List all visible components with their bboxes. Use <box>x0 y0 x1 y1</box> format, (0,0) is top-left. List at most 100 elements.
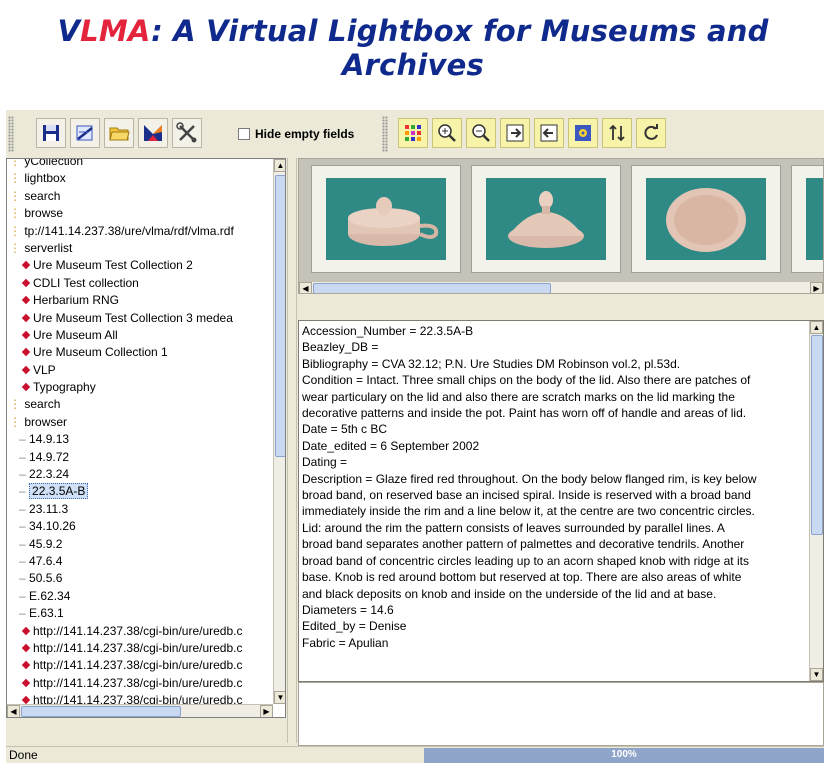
grid-view-button[interactable] <box>398 118 428 148</box>
thumbnail-horizontal-scrollbar[interactable]: ◀ ▶ <box>299 281 823 293</box>
collection-node-icon <box>21 626 31 635</box>
metadata-button[interactable] <box>138 118 168 148</box>
tree-leaf-icon: ⋮ <box>9 240 25 255</box>
metadata-line: immediately inside the rim and a line be… <box>302 504 755 519</box>
tree-node[interactable]: – 50.5.6 <box>7 570 273 587</box>
tree-node[interactable]: ⋮ tp://141.14.237.38/ure/vlma/rdf/vlma.r… <box>7 223 273 240</box>
tree-node-label: lightbox <box>24 171 66 186</box>
tree-node[interactable]: ⋮ browse <box>7 205 273 222</box>
tree-node[interactable]: Ure Museum Collection 1 <box>7 344 273 361</box>
metadata-line: Description = Glaze fired red throughout… <box>302 471 757 486</box>
details-scroll-up-arrow-icon[interactable]: ▲ <box>810 321 823 334</box>
metadata-icon <box>144 125 162 141</box>
tree-node[interactable]: – E.63.1 <box>7 605 273 622</box>
toolbar-grip-2[interactable] <box>382 116 388 152</box>
hide-empty-toggle[interactable]: Hide empty fields <box>238 124 354 144</box>
thumbnail-image <box>806 178 823 260</box>
metadata-line: base. Knob is red around bottom but rese… <box>302 570 742 585</box>
tree-node[interactable]: CDLI Test collection <box>7 275 273 292</box>
metadata-line: wear particulary on the lid and also the… <box>302 389 735 404</box>
tree-node[interactable]: Ure Museum Test Collection 2 <box>7 257 273 274</box>
settings-button[interactable] <box>568 118 598 148</box>
tree-scroll-thumb[interactable] <box>275 175 285 457</box>
tree-node[interactable]: – 34.10.26 <box>7 518 273 535</box>
progress-label: 100% <box>611 749 637 760</box>
tree-node[interactable]: http://141.14.237.38/cgi-bin/ure/uredb.c <box>7 640 273 657</box>
tree-node-label: http://141.14.237.38/cgi-bin/ure/uredb.c <box>33 640 243 655</box>
thumbnail-card[interactable] <box>791 165 823 273</box>
tree-node[interactable]: http://141.14.237.38/cgi-bin/ure/uredb.c <box>7 657 273 674</box>
tree-node[interactable]: – 47.6.4 <box>7 553 273 570</box>
thumb-scroll-left-arrow-icon[interactable]: ◀ <box>299 282 312 293</box>
tree-node[interactable]: Ure Museum Test Collection 3 medea <box>7 310 273 327</box>
tree-node[interactable]: VLP <box>7 362 273 379</box>
tree-node[interactable]: ⋮ yCollection <box>7 159 273 170</box>
save-button[interactable] <box>36 118 66 148</box>
open-button[interactable] <box>104 118 134 148</box>
tree-node-label: Typography <box>33 380 96 395</box>
scroll-up-arrow-icon[interactable]: ▲ <box>274 159 285 172</box>
tree-node[interactable]: – E.62.34 <box>7 588 273 605</box>
tree-node[interactable]: ⋮ search <box>7 396 273 413</box>
status-text: Done <box>9 748 38 762</box>
tree-node[interactable]: ⋮ search <box>7 188 273 205</box>
tree-vertical-scrollbar[interactable]: ▲ ▼ <box>273 159 285 704</box>
collection-node-icon <box>21 278 31 287</box>
scroll-right-arrow-icon[interactable]: ▶ <box>260 705 273 717</box>
sort-button[interactable] <box>602 118 632 148</box>
tree-branch-icon: – <box>19 467 30 482</box>
application-window: Hide empty fields ⋮ yCollection ⋮ lightbo… <box>6 110 824 763</box>
edit-button[interactable] <box>70 118 100 148</box>
tree-branch-icon: – <box>19 484 30 499</box>
metadata-line: decorative patterns and inside the pot. … <box>302 406 747 421</box>
details-vertical-scrollbar[interactable]: ▲ ▼ <box>809 321 823 681</box>
forward-button[interactable] <box>500 118 530 148</box>
collection-node-icon <box>21 313 31 322</box>
scroll-down-arrow-icon[interactable]: ▼ <box>274 691 285 704</box>
tree-node[interactable]: ⋮ serverlist <box>7 240 273 257</box>
tree-node-label: http://141.14.237.38/cgi-bin/ure/uredb.c <box>33 623 243 638</box>
thumb-scroll-right-arrow-icon[interactable]: ▶ <box>810 282 823 293</box>
back-button[interactable] <box>534 118 564 148</box>
tree-node-label: Ure Museum Test Collection 3 medea <box>33 310 233 325</box>
toolbar-grip[interactable] <box>8 116 14 152</box>
tree-node[interactable]: Herbarium RNG <box>7 292 273 309</box>
split-pane-divider[interactable] <box>287 158 297 743</box>
tree-node[interactable]: – 22.3.5A-B <box>7 483 273 500</box>
collection-node-icon <box>21 330 31 340</box>
metadata-line: Fabric = Apulian <box>302 635 389 650</box>
collection-node-icon <box>21 295 31 305</box>
thumbnail-card[interactable] <box>471 165 621 273</box>
title-ma: MA <box>98 14 152 48</box>
settings-icon <box>575 125 591 141</box>
tree-hscroll-thumb[interactable] <box>21 706 181 717</box>
tree-node[interactable]: – 45.9.2 <box>7 536 273 553</box>
tree-node[interactable]: http://141.14.237.38/cgi-bin/ure/uredb.c <box>7 675 273 692</box>
title-v: V <box>57 14 81 48</box>
tree-node[interactable]: – 14.9.13 <box>7 431 273 448</box>
tree-horizontal-scrollbar[interactable]: ◀ ▶ <box>7 704 273 717</box>
thumbnail-scroll-thumb[interactable] <box>313 283 551 293</box>
tree-node[interactable]: – 22.3.24 <box>7 466 273 483</box>
thumbnail-card[interactable] <box>311 165 461 273</box>
zoom-out-button[interactable] <box>466 118 496 148</box>
zoom-in-button[interactable] <box>432 118 462 148</box>
tree-node[interactable]: – 14.9.72 <box>7 449 273 466</box>
tree-node[interactable]: ⋮ lightbox <box>7 170 273 187</box>
tree-node-label: E.62.34 <box>29 588 71 603</box>
hide-empty-checkbox[interactable] <box>238 128 250 140</box>
metadata-line: broad band of concentric circles leading… <box>302 553 749 568</box>
tree-node[interactable]: http://141.14.237.38/cgi-bin/ure/uredb.c <box>7 623 273 640</box>
tree-node[interactable]: Ure Museum All <box>7 327 273 344</box>
tree-node[interactable]: ⋮ browser <box>7 414 273 431</box>
tree-node[interactable]: – 23.11.3 <box>7 501 273 518</box>
tree-node[interactable]: Typography <box>7 379 273 396</box>
details-scroll-down-arrow-icon[interactable]: ▼ <box>810 668 823 681</box>
thumbnail-card[interactable] <box>631 165 781 273</box>
details-scroll-thumb[interactable] <box>811 335 823 535</box>
app-title: VLMA: A Virtual Lightbox for Museums and… <box>0 14 826 82</box>
tree-branch-icon: – <box>19 536 30 551</box>
tools-button[interactable] <box>172 118 202 148</box>
refresh-button[interactable] <box>636 118 666 148</box>
scroll-left-arrow-icon[interactable]: ◀ <box>7 705 20 717</box>
